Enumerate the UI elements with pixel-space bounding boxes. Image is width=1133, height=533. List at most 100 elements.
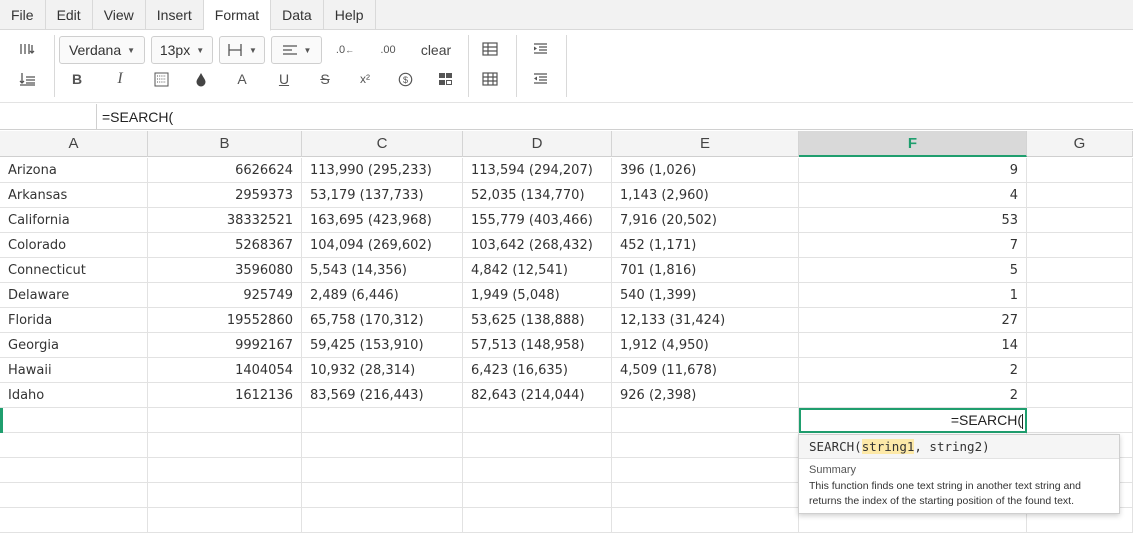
cell[interactable]: 10,932 (28,314)	[302, 358, 463, 383]
cell[interactable]	[612, 433, 799, 458]
cell[interactable]: 103,642 (268,432)	[463, 233, 612, 258]
cell[interactable]	[1027, 283, 1133, 308]
cell[interactable]: Hawaii	[0, 358, 148, 383]
cell[interactable]: Connecticut	[0, 258, 148, 283]
font-size-dropdown[interactable]: 13px ▼	[151, 36, 213, 64]
cell[interactable]: 2	[799, 358, 1027, 383]
currency-icon[interactable]: $	[392, 66, 418, 92]
cell[interactable]	[1027, 308, 1133, 333]
cell[interactable]: 9	[799, 158, 1027, 183]
active-cell-editor[interactable]: =SEARCH(	[799, 408, 1027, 433]
cell[interactable]	[612, 458, 799, 483]
cell[interactable]: Arkansas	[0, 183, 148, 208]
cell[interactable]	[302, 458, 463, 483]
name-box[interactable]	[0, 104, 97, 130]
cell[interactable]	[463, 408, 612, 433]
formula-input[interactable]: =SEARCH(	[98, 104, 1133, 130]
cell[interactable]: California	[0, 208, 148, 233]
indent-increase-icon[interactable]	[527, 36, 553, 62]
menu-view[interactable]: View	[93, 0, 146, 29]
cell[interactable]	[302, 408, 463, 433]
cell[interactable]: 926 (2,398)	[612, 383, 799, 408]
cell[interactable]: Florida	[0, 308, 148, 333]
cell[interactable]: 82,643 (214,044)	[463, 383, 612, 408]
cell[interactable]	[0, 483, 148, 508]
cell[interactable]: 155,779 (403,466)	[463, 208, 612, 233]
cell[interactable]: 52,035 (134,770)	[463, 183, 612, 208]
table-icon[interactable]	[477, 36, 503, 62]
fill-color-icon[interactable]	[188, 66, 214, 92]
cell[interactable]	[148, 483, 302, 508]
clear-button[interactable]: clear	[416, 38, 456, 62]
cell[interactable]	[1027, 208, 1133, 233]
cell[interactable]	[148, 508, 302, 533]
cell[interactable]: 6,423 (16,635)	[463, 358, 612, 383]
cell[interactable]	[463, 483, 612, 508]
column-header-d[interactable]: D	[463, 131, 612, 157]
cell[interactable]	[148, 408, 302, 433]
cell[interactable]: 12,133 (31,424)	[612, 308, 799, 333]
cell[interactable]	[612, 483, 799, 508]
cell[interactable]: 4,509 (11,678)	[612, 358, 799, 383]
cell[interactable]: 1,949 (5,048)	[463, 283, 612, 308]
cell[interactable]	[463, 458, 612, 483]
cell[interactable]: 19552860	[148, 308, 302, 333]
cell[interactable]: 57,513 (148,958)	[463, 333, 612, 358]
cell[interactable]: 5268367	[148, 233, 302, 258]
cell[interactable]: Colorado	[0, 233, 148, 258]
cell[interactable]	[148, 433, 302, 458]
superscript-icon[interactable]: x²	[352, 66, 378, 92]
fill-pattern-icon[interactable]	[148, 66, 174, 92]
borders-dropdown[interactable]: ▼	[219, 36, 265, 64]
cell[interactable]: 6626624	[148, 158, 302, 183]
cell[interactable]	[1027, 333, 1133, 358]
cell[interactable]: Georgia	[0, 333, 148, 358]
column-header-b[interactable]: B	[148, 131, 302, 157]
cell[interactable]	[612, 508, 799, 533]
cell[interactable]	[1027, 358, 1133, 383]
cell[interactable]: Delaware	[0, 283, 148, 308]
font-family-dropdown[interactable]: Verdana ▼	[59, 36, 145, 64]
strikethrough-icon[interactable]: S	[312, 66, 338, 92]
cell[interactable]: 83,569 (216,443)	[302, 383, 463, 408]
cell[interactable]: 27	[799, 308, 1027, 333]
cell[interactable]: 59,425 (153,910)	[302, 333, 463, 358]
cell[interactable]	[463, 508, 612, 533]
cell[interactable]	[1027, 258, 1133, 283]
cell[interactable]: 163,695 (423,968)	[302, 208, 463, 233]
cell[interactable]: 2959373	[148, 183, 302, 208]
bold-icon[interactable]: B	[64, 66, 90, 92]
cell[interactable]: 7	[799, 233, 1027, 258]
cell[interactable]: 9992167	[148, 333, 302, 358]
italic-icon[interactable]: I	[107, 66, 133, 92]
wrap-text-icon[interactable]	[15, 36, 41, 62]
text-color-icon[interactable]: A	[229, 66, 255, 92]
column-header-f[interactable]: F	[799, 131, 1027, 157]
column-header-e[interactable]: E	[612, 131, 799, 157]
cell[interactable]: 1	[799, 283, 1027, 308]
menu-edit[interactable]: Edit	[46, 0, 93, 29]
cell[interactable]: 1404054	[148, 358, 302, 383]
cell[interactable]	[1027, 383, 1133, 408]
column-header-c[interactable]: C	[302, 131, 463, 157]
cell[interactable]: 701 (1,816)	[612, 258, 799, 283]
cell[interactable]: 4	[799, 183, 1027, 208]
cell[interactable]: 65,758 (170,312)	[302, 308, 463, 333]
align-dropdown[interactable]: ▼	[271, 36, 322, 64]
cell[interactable]	[1027, 158, 1133, 183]
cell[interactable]	[1027, 183, 1133, 208]
cell[interactable]: 540 (1,399)	[612, 283, 799, 308]
menu-format[interactable]: Format	[203, 0, 272, 31]
cell[interactable]: Idaho	[0, 383, 148, 408]
cell[interactable]: 1612136	[148, 383, 302, 408]
indent-decrease-icon[interactable]	[527, 66, 553, 92]
column-header-g[interactable]: G	[1027, 131, 1133, 157]
cell[interactable]: 113,594 (294,207)	[463, 158, 612, 183]
cell[interactable]	[0, 508, 148, 533]
menu-help[interactable]: Help	[324, 0, 376, 29]
cell[interactable]: 4,842 (12,541)	[463, 258, 612, 283]
table-grid-icon[interactable]	[477, 66, 503, 92]
menu-file[interactable]: File	[0, 0, 46, 29]
cell[interactable]	[1027, 408, 1133, 433]
cell[interactable]	[302, 433, 463, 458]
